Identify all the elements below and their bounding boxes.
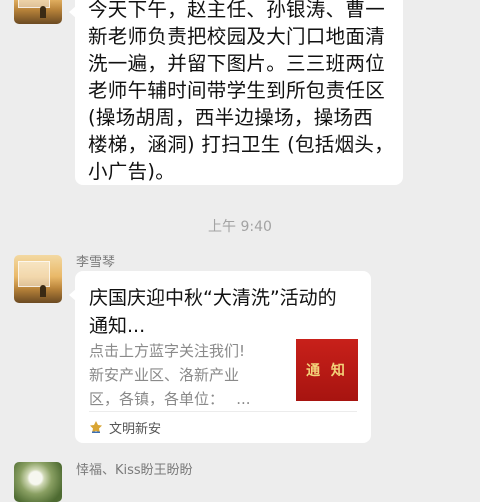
card-thumbnail: 通 知 [296, 339, 358, 401]
sender-name: 悻福、Kiss盼王盼盼 [76, 463, 193, 478]
message-text: 今天下午，赵主任、孙银涛、曹一 新老师负责把校园及大门口地面清 洗一遍，并留下图… [88, 0, 395, 183]
card-divider [89, 411, 357, 412]
card-source-name: 文明新安 [109, 421, 162, 437]
avatar[interactable] [14, 255, 62, 303]
card-source: 文明新安 [89, 415, 161, 439]
card-title: 庆国庆迎中秋“大清洗”活动的 通知... [89, 287, 337, 337]
avatar[interactable] [14, 462, 62, 502]
message-bubble[interactable]: 今天下午，赵主任、孙银涛、曹一 新老师负责把校园及大门口地面清 洗一遍，并留下图… [69, 0, 403, 185]
link-card[interactable]: 庆国庆迎中秋“大清洗”活动的 通知... 点击上方蓝字关注我们! 新安产业区、洛… [69, 271, 371, 443]
official-account-icon [90, 421, 102, 433]
sender-name: 李雪琴 [76, 255, 116, 270]
timestamp: 上午 9:40 [208, 219, 272, 235]
avatar[interactable] [14, 0, 62, 24]
card-description: 点击上方蓝字关注我们! 新安产业区、洛新产业 区，各镇，各单位： ... [89, 342, 251, 408]
